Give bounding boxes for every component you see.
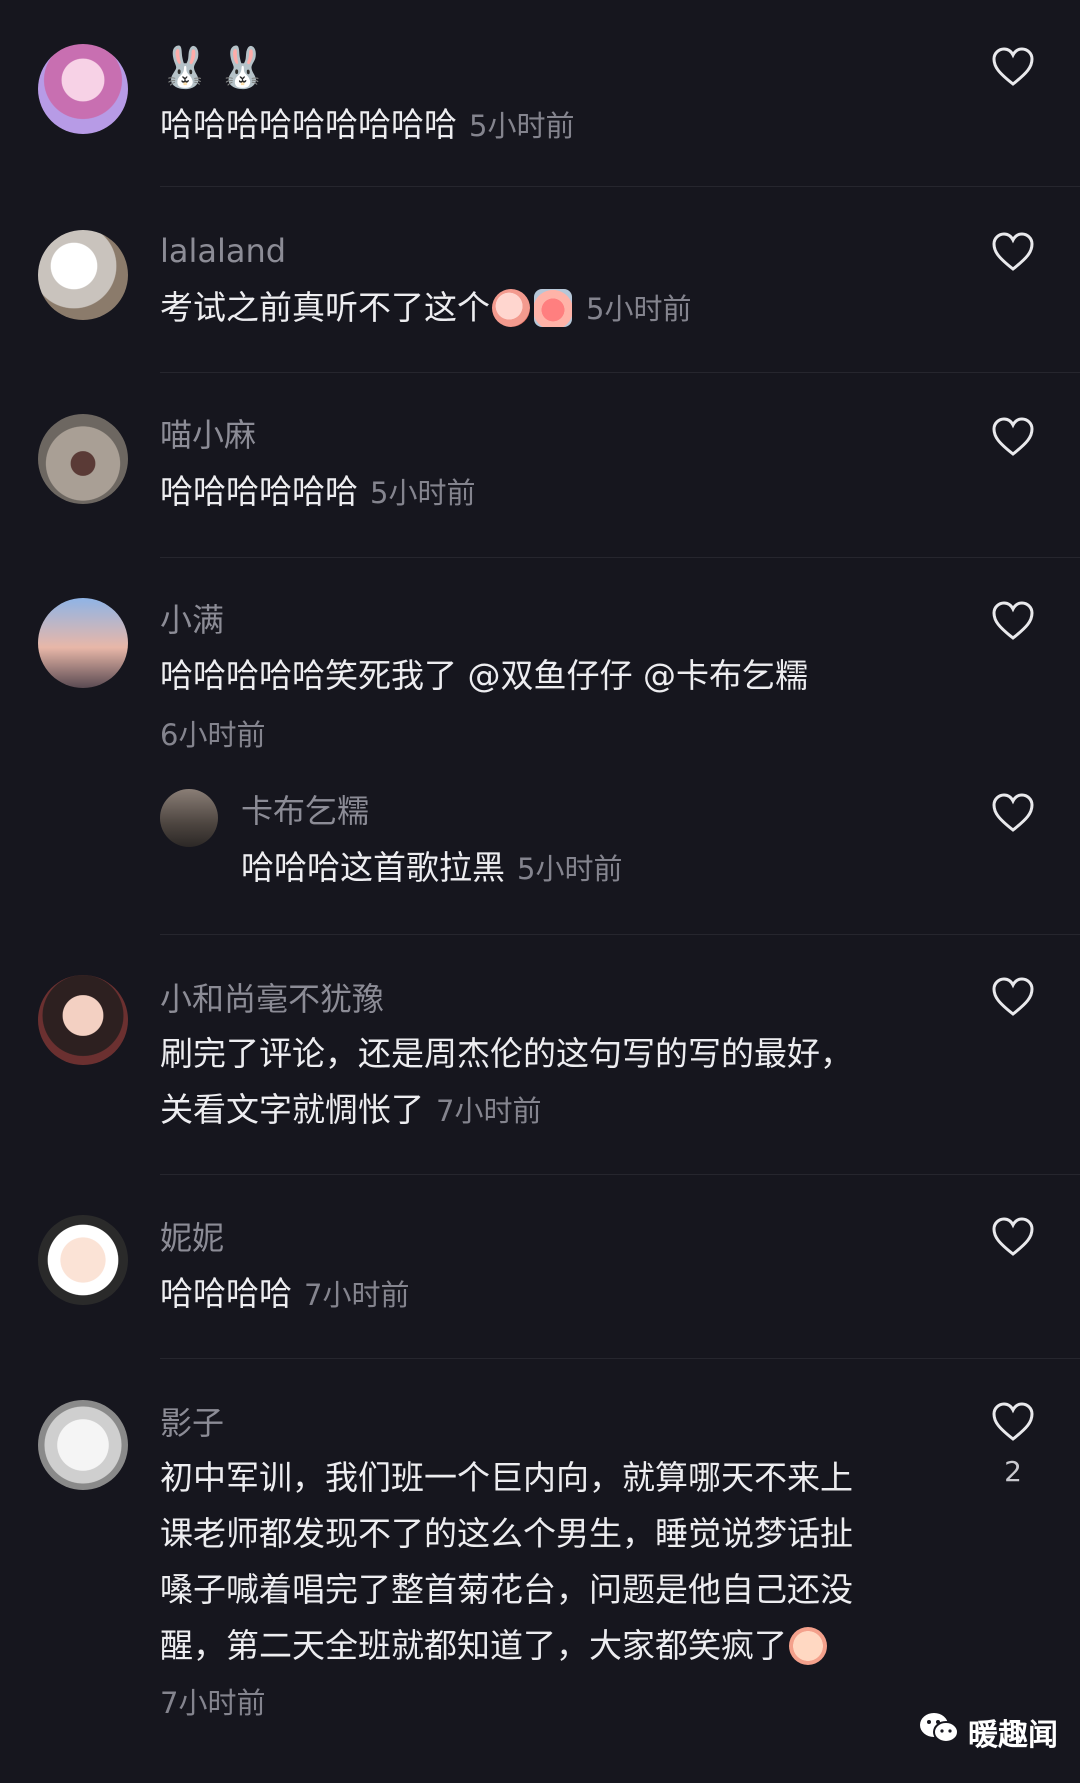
comment-time: 7小时前: [304, 1278, 410, 1312]
watermark: 暖趣闻: [918, 1710, 1058, 1754]
comment-body-line: 刷完了评论，还是周杰伦的这句写的写的最好，: [160, 1034, 853, 1073]
heart-icon[interactable]: [991, 793, 1035, 833]
comment-text: 哈哈哈哈 7小时前: [160, 1266, 920, 1323]
heart-icon[interactable]: [991, 601, 1035, 641]
wechat-icon: [918, 1710, 960, 1754]
comment-author[interactable]: 小和尚毫不犹豫: [160, 979, 384, 1019]
heart-icon[interactable]: [991, 1217, 1035, 1257]
divider: [160, 186, 1080, 187]
heart-icon[interactable]: [991, 417, 1035, 457]
heart-icon[interactable]: [991, 1402, 1035, 1442]
divider: [160, 1358, 1080, 1359]
comment-text: 考试之前真听不了这个 5小时前: [160, 280, 920, 337]
comment-body-line: 课老师都发现不了的这么个男生，睡觉说梦话扯: [160, 1514, 853, 1553]
comment-time: 5小时前: [469, 109, 575, 143]
reply-body: 哈哈哈这首歌拉黑: [241, 848, 505, 887]
reply-avatar[interactable]: [160, 789, 218, 847]
comment-time: 7小时前: [160, 1686, 266, 1720]
avatar[interactable]: [38, 598, 128, 688]
comment-body-line: 嗓子喊着唱完了整首菊花台，问题是他自己还没: [160, 1570, 853, 1609]
comment-text: 哈哈哈哈哈笑死我了 @双鱼仔仔 @卡布乞糯: [160, 656, 808, 695]
divider: [160, 372, 1080, 373]
emoji-sticker-icon: [534, 289, 572, 327]
avatar[interactable]: [38, 44, 128, 134]
heart-icon[interactable]: [991, 977, 1035, 1017]
comment-author[interactable]: lalaland: [160, 231, 286, 271]
comment-author[interactable]: 影子: [160, 1403, 224, 1443]
comment-text: 刷完了评论，还是周杰伦的这句写的写的最好， 关看文字就惆怅了 7小时前: [160, 1026, 960, 1139]
emoji-sticker-icon: [492, 289, 530, 327]
comment-body-line: 关看文字就惆怅了: [160, 1090, 424, 1129]
comment-body: 哈哈哈哈哈哈: [160, 472, 358, 511]
reply-author[interactable]: 卡布乞糯: [241, 791, 369, 831]
divider: [160, 934, 1080, 935]
comment-time: 7小时前: [436, 1094, 542, 1128]
comment-author-emoji: 🐰🐰: [160, 45, 276, 91]
avatar[interactable]: [38, 1400, 128, 1490]
avatar[interactable]: [38, 1215, 128, 1305]
comment-text: 初中军训，我们班一个巨内向，就算哪天不来上 课老师都发现不了的这么个男生，睡觉说…: [160, 1450, 960, 1674]
comment-time: 5小时前: [370, 476, 476, 510]
like-count: 2: [1004, 1455, 1022, 1488]
avatar[interactable]: [38, 414, 128, 504]
divider: [160, 1174, 1080, 1175]
comment-body-line: 初中军训，我们班一个巨内向，就算哪天不来上: [160, 1458, 853, 1497]
comment-text: 哈哈哈哈哈哈哈哈哈 5小时前: [160, 97, 920, 154]
comment-author[interactable]: 妮妮: [160, 1218, 224, 1258]
divider: [160, 557, 1080, 558]
reply-time: 5小时前: [517, 852, 623, 886]
avatar[interactable]: [38, 230, 128, 320]
comment-body: 考试之前真听不了这个: [160, 288, 490, 327]
reply-text: 哈哈哈这首歌拉黑 5小时前: [241, 840, 921, 897]
comment-time: 6小时前: [160, 718, 266, 752]
watermark-text: 暖趣闻: [968, 1718, 1058, 1753]
comment-text: 哈哈哈哈哈哈 5小时前: [160, 464, 920, 521]
comment-body-line: 醒，第二天全班就都知道了，大家都笑疯了: [160, 1626, 787, 1665]
comment-body: 哈哈哈哈哈哈哈哈哈: [160, 105, 457, 144]
comment-time: 5小时前: [586, 292, 692, 326]
heart-icon[interactable]: [991, 232, 1035, 272]
laugh-cry-emoji-icon: [789, 1627, 827, 1665]
comment-body: 哈哈哈哈: [160, 1274, 292, 1313]
heart-icon[interactable]: [991, 47, 1035, 87]
avatar[interactable]: [38, 975, 128, 1065]
comment-author[interactable]: 小满: [160, 600, 224, 640]
comment-author[interactable]: 喵小麻: [160, 415, 256, 455]
